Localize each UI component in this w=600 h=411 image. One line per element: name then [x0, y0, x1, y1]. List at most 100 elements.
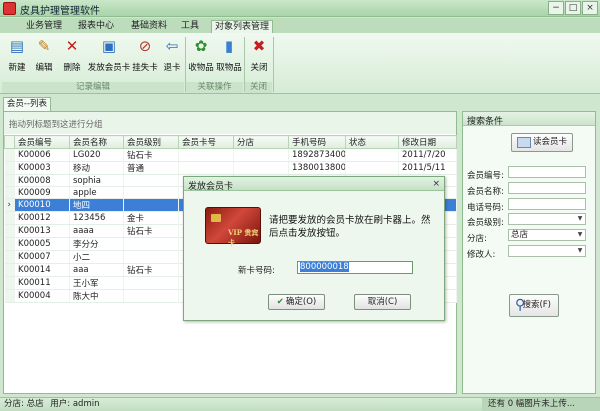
column-header[interactable]: 会员级别	[123, 135, 179, 149]
delete-x-icon: ✕	[65, 37, 79, 55]
new-card-number-input[interactable]: 800000018	[297, 261, 413, 274]
tab-member-list[interactable]: 会员--列表	[3, 97, 51, 111]
dialog-close-button[interactable]: ×	[432, 179, 440, 189]
vip-card-text: VIP 贵宾卡	[228, 228, 259, 247]
row-indicator[interactable]	[4, 289, 15, 303]
row-indicator[interactable]	[4, 211, 15, 225]
row-indicator[interactable]	[4, 186, 15, 199]
delete-button[interactable]: ✕ 删除	[59, 37, 85, 81]
search-panel: 搜索条件 读会员卡 会员编号: 会员名称: 电话号码: 会员级别: ▼ 分店: …	[462, 111, 596, 394]
edit-pencil-icon: ✎	[37, 37, 51, 55]
row-indicator[interactable]: ›	[4, 198, 15, 212]
issue-card-icon: ▣	[101, 37, 117, 55]
close-window-button[interactable]: ×	[582, 1, 598, 15]
row-indicator[interactable]	[4, 237, 15, 251]
tab-base-data[interactable]: 基础资料	[125, 20, 173, 33]
table-cell: sophia	[69, 174, 124, 187]
receive-goods-icon: ✿	[194, 37, 208, 55]
cancel-button[interactable]: 取消(C)	[354, 294, 411, 310]
status-bar: 分店: 总店 用户: admin 还有 0 幅图片未上传...	[0, 397, 600, 411]
receive-goods-button[interactable]: ✿ 收物品	[188, 37, 214, 81]
table-cell: 钻石卡	[123, 224, 179, 238]
column-header[interactable]: 会员编号	[14, 135, 70, 149]
ok-button[interactable]: ✔ 确定(O)	[268, 294, 325, 310]
chevron-down-icon: ▼	[577, 247, 583, 254]
table-row[interactable]: K00006LG020钻石卡 18928734000 2011/7/20	[4, 148, 457, 162]
row-indicator[interactable]	[4, 224, 15, 238]
tab-business[interactable]: 业务管理	[20, 20, 68, 33]
member-id-input[interactable]	[508, 166, 586, 178]
table-cell: apple	[69, 186, 124, 199]
branch-label: 分店:	[467, 234, 487, 244]
table-cell: K00011	[14, 276, 70, 290]
group-caption-edit: 记录编辑	[2, 82, 184, 93]
row-indicator[interactable]	[4, 276, 15, 290]
row-indicator[interactable]	[4, 174, 15, 187]
lost-card-icon: ⊘	[138, 37, 152, 55]
column-header[interactable]: 分店	[233, 135, 289, 149]
row-indicator[interactable]	[4, 161, 15, 175]
issue-card-button[interactable]: ▣ 发放会员卡	[87, 37, 131, 81]
new-card-number-label: 新卡号码:	[238, 266, 275, 276]
table-row[interactable]: K00003移动普通 13800138000 2011/5/11	[4, 161, 457, 175]
minimize-button[interactable]: −	[548, 1, 564, 15]
member-level-label: 会员级别:	[467, 218, 504, 228]
tab-object-list[interactable]: 对象列表管理	[211, 20, 273, 33]
column-header[interactable]: 手机号码	[288, 135, 346, 149]
table-cell: 普通	[123, 161, 179, 175]
modifier-select[interactable]: ▼	[508, 245, 586, 257]
row-indicator[interactable]	[4, 263, 15, 277]
table-cell: K00007	[14, 250, 70, 264]
column-header[interactable]: 会员卡号	[178, 135, 234, 149]
table-cell: 2011/7/20	[398, 148, 457, 162]
edit-button[interactable]: ✎ 编辑	[31, 37, 57, 81]
ribbon-tabs: 业务管理 报表中心 基础资料 工具 对象列表管理	[0, 18, 600, 33]
column-header[interactable]: 会员名称	[69, 135, 124, 149]
return-card-icon: ⇦	[165, 37, 179, 55]
return-card-button[interactable]: ⇦ 退卡	[160, 37, 184, 81]
title-bar: 皮具护理管理软件 − □ ×	[0, 0, 600, 17]
table-cell: K00014	[14, 263, 70, 277]
member-name-input[interactable]	[508, 182, 586, 194]
table-cell: LG020	[69, 148, 124, 162]
ribbon-toolbar: ▤ 新建 ✎ 编辑 ✕ 删除 ▣ 发放会员卡 ⊘ 挂失卡 ⇦ 退卡 ✿ 收物品 …	[0, 33, 600, 94]
group-caption-related: 关联操作	[186, 82, 243, 93]
close-button[interactable]: ✖ 关闭	[247, 37, 271, 81]
tab-reports[interactable]: 报表中心	[72, 20, 120, 33]
group-separator	[273, 37, 274, 92]
modifier-label: 修改人:	[467, 250, 496, 260]
table-cell: 钻石卡	[123, 263, 179, 277]
table-cell: K00013	[14, 224, 70, 238]
table-cell	[178, 161, 234, 175]
table-cell: 123456	[69, 211, 124, 225]
group-caption-close: 关闭	[245, 82, 272, 93]
search-button[interactable]: ⚲ 搜索(F)	[509, 294, 559, 317]
app-title: 皮具护理管理软件	[20, 6, 100, 17]
table-cell	[123, 186, 179, 199]
phone-input[interactable]	[508, 198, 586, 210]
row-indicator[interactable]	[4, 250, 15, 264]
report-lost-button[interactable]: ⊘ 挂失卡	[131, 37, 159, 81]
check-icon: ✔	[276, 297, 284, 307]
maximize-button[interactable]: □	[565, 1, 581, 15]
table-cell	[233, 148, 289, 162]
take-goods-button[interactable]: ▮ 取物品	[216, 37, 242, 81]
table-cell: K00012	[14, 211, 70, 225]
table-cell: 2011/5/11	[398, 161, 457, 175]
table-cell: 地四	[69, 198, 124, 212]
table-cell: K00003	[14, 161, 70, 175]
column-header[interactable]: 修改日期	[398, 135, 457, 149]
table-cell	[123, 198, 179, 212]
new-button[interactable]: ▤ 新建	[4, 37, 30, 81]
document-tabs: 会员--列表	[0, 96, 600, 111]
tab-tools[interactable]: 工具	[175, 20, 205, 33]
member-level-select[interactable]: ▼	[508, 213, 586, 225]
branch-select[interactable]: 总店 ▼	[508, 229, 586, 241]
table-cell: 王小军	[69, 276, 124, 290]
table-cell	[345, 148, 399, 162]
member-id-label: 会员编号:	[467, 171, 504, 181]
column-header[interactable]: 状态	[345, 135, 399, 149]
group-by-hint[interactable]: 拖动列标题到这进行分组	[4, 112, 456, 134]
row-indicator[interactable]	[4, 148, 15, 162]
read-card-button[interactable]: 读会员卡	[511, 133, 573, 152]
